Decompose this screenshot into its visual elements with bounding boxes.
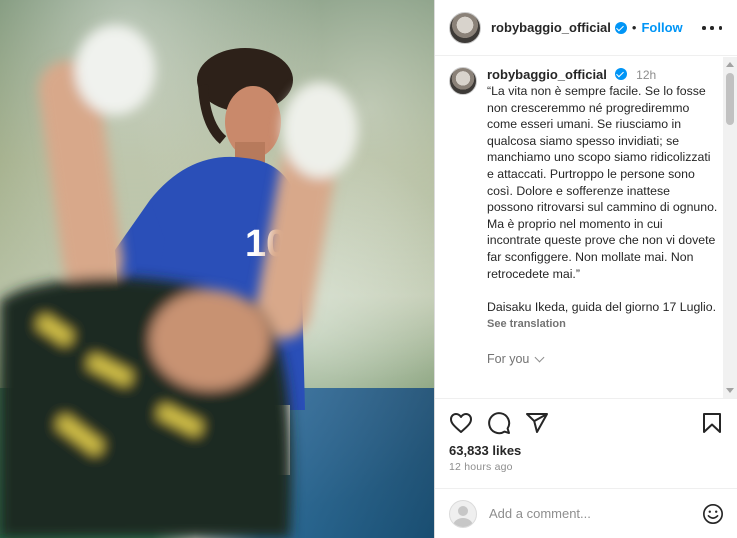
comment-input[interactable]: Add a comment... <box>489 506 702 521</box>
follow-button[interactable]: Follow <box>641 20 682 35</box>
likes-count[interactable]: 63,833 likes <box>449 443 521 458</box>
for-you-label: For you <box>487 352 530 367</box>
for-you-dropdown[interactable]: For you <box>487 352 719 366</box>
bookmark-icon[interactable] <box>700 411 724 435</box>
comments-section: robybaggio_official 12h “La vita non è s… <box>435 57 737 398</box>
post-side-panel: robybaggio_official • Follow robybaggio_… <box>434 0 737 538</box>
author-avatar[interactable] <box>449 11 481 44</box>
comments-scrollbar[interactable] <box>723 57 737 398</box>
caption-avatar[interactable] <box>449 67 477 95</box>
post-photo[interactable]: 10 <box>0 0 434 538</box>
share-icon[interactable] <box>525 411 549 435</box>
heart-icon[interactable] <box>449 411 473 435</box>
verified-badge-icon <box>614 21 627 34</box>
scroll-up-arrow-icon[interactable] <box>726 62 734 67</box>
action-icons <box>449 411 549 435</box>
see-translation-link[interactable]: See translation <box>487 318 719 330</box>
caption-row: robybaggio_official 12h “La vita non è s… <box>449 67 719 366</box>
caption-text: “La vita non è sempre facile. Se lo foss… <box>487 84 718 314</box>
emoji-icon[interactable] <box>702 503 724 525</box>
current-user-avatar <box>449 499 477 528</box>
caption-body: robybaggio_official 12h “La vita non è s… <box>487 67 719 366</box>
author-username[interactable]: robybaggio_official <box>491 20 611 35</box>
scroll-down-arrow-icon[interactable] <box>726 388 734 393</box>
separator-dot: • <box>631 20 637 35</box>
post-time-ago[interactable]: 12 hours ago <box>449 461 513 473</box>
caption-username[interactable]: robybaggio_official <box>487 67 607 82</box>
caption-header: robybaggio_official 12h <box>487 67 719 83</box>
more-options-icon[interactable] <box>702 18 722 38</box>
chevron-down-icon <box>534 352 545 363</box>
post-actions: 63,833 likes 12 hours ago <box>435 398 737 488</box>
verified-badge-icon <box>614 68 627 80</box>
scrollbar-thumb[interactable] <box>726 73 734 125</box>
comment-icon[interactable] <box>487 411 511 435</box>
post-header: robybaggio_official • Follow <box>435 0 737 56</box>
add-comment-bar: Add a comment... <box>435 488 737 538</box>
photo-goalkeeper-blur <box>0 25 358 538</box>
caption-time[interactable]: 12h <box>636 68 656 82</box>
instagram-post-view: 10 robybaggio_official • Follow robybagg… <box>0 0 737 538</box>
